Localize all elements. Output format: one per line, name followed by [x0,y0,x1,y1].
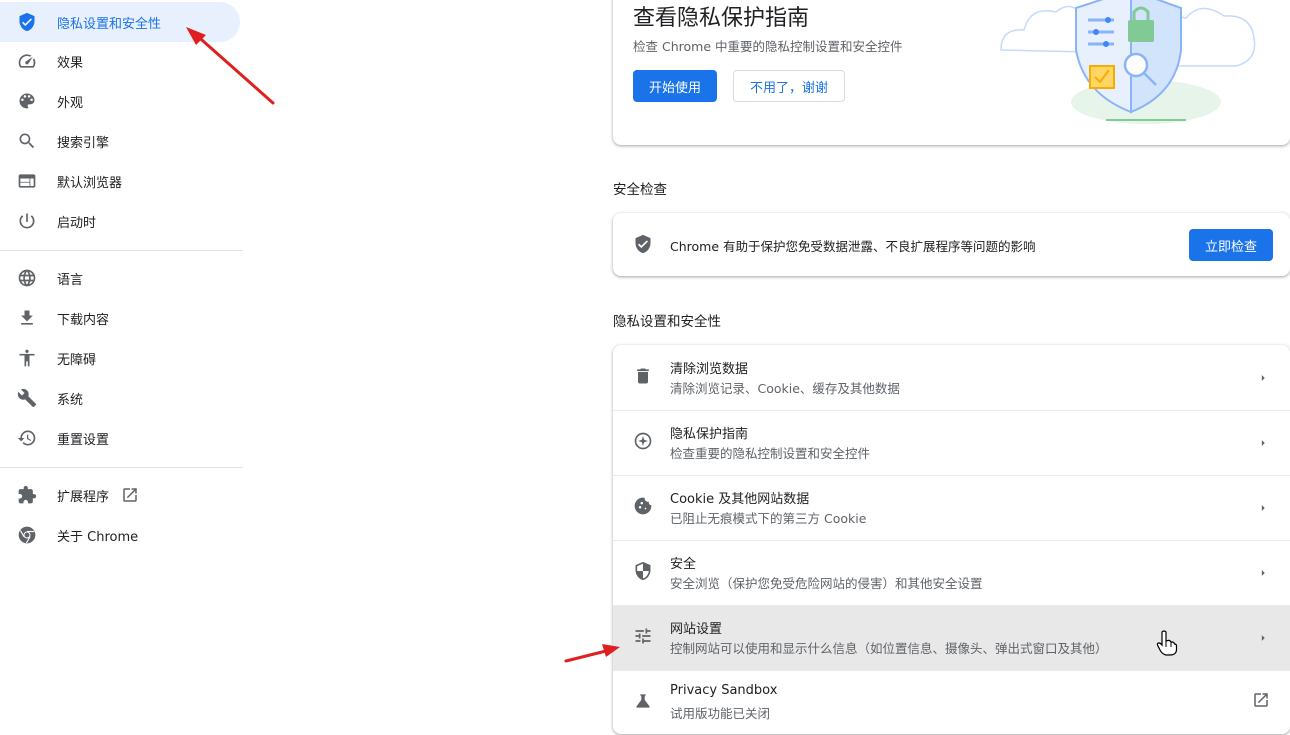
sidebar-item-label: 重置设置 [57,432,110,448]
flask-icon [633,691,653,711]
safety-check-heading: 安全检查 [613,182,667,198]
open-in-new-icon [121,486,139,504]
sidebar-item-appearance[interactable]: 外观 [0,81,240,121]
shield-icon [16,11,38,33]
safety-check-card: Chrome 有助于保护您免受数据泄露、不良扩展程序等问题的影响 立即检查 [613,213,1290,276]
privacy-sandbox-row[interactable]: Privacy Sandbox 试用版功能已关闭 [613,670,1290,735]
sidebar-item-label: 下载内容 [57,312,110,328]
row-subtitle: 控制网站可以使用和显示什么信息（如位置信息、摄像头、弹出式窗口及其他） [670,641,1108,656]
row-divider [613,670,1290,671]
safety-check-description: Chrome 有助于保护您免受数据泄露、不良扩展程序等问题的影响 [670,239,1036,254]
row-title: Cookie 及其他网站数据 [670,492,810,507]
start-privacy-guide-button[interactable]: 开始使用 [633,70,717,102]
sidebar-item-about-chrome[interactable]: 关于 Chrome [0,515,240,555]
sidebar-item-extensions[interactable]: 扩展程序 [0,475,240,515]
speedometer-icon [16,50,38,72]
row-subtitle: 试用版功能已关闭 [670,706,771,721]
row-subtitle: 已阻止无痕模式下的第三方 Cookie [670,511,867,526]
security-row[interactable]: 安全 安全浏览（保护您免受危险网站的侵害）和其他安全设置 [613,540,1290,605]
sidebar-item-privacy-security[interactable]: 隐私设置和安全性 [0,2,240,42]
check-now-button[interactable]: 立即检查 [1189,229,1273,261]
site-settings-row[interactable]: 网站设置 控制网站可以使用和显示什么信息（如位置信息、摄像头、弹出式窗口及其他） [613,605,1290,670]
globe-icon [16,267,38,289]
sidebar-divider [0,250,243,251]
wrench-icon [16,387,38,409]
palette-icon [16,90,38,112]
promo-title: 查看隐私保护指南 [633,6,810,31]
cookie-icon [633,496,653,516]
row-subtitle: 清除浏览记录、Cookie、缓存及其他数据 [670,381,900,396]
open-in-new-icon [1252,691,1272,711]
row-title: 清除浏览数据 [670,362,749,377]
sidebar-item-label: 启动时 [57,215,97,231]
search-icon [16,130,38,152]
compass-icon [633,431,653,451]
sidebar-item-label: 外观 [57,95,84,111]
accessibility-icon [16,347,38,369]
row-divider [613,410,1290,411]
arrow-right-icon [1256,565,1270,579]
arrow-right-icon [1256,370,1270,384]
sidebar-item-reset-settings[interactable]: 重置设置 [0,418,240,458]
sidebar-item-label: 关于 Chrome [57,529,139,545]
sidebar-item-languages[interactable]: 语言 [0,258,240,298]
row-divider [613,605,1290,606]
sidebar-item-downloads[interactable]: 下载内容 [0,298,240,338]
arrow-right-icon [1256,435,1270,449]
sidebar-item-label: 隐私设置和安全性 [57,16,162,32]
chrome-icon [16,524,38,546]
row-title: 网站设置 [670,622,723,637]
history-icon [16,427,38,449]
row-title: 隐私保护指南 [670,427,749,442]
puzzle-icon [16,484,38,506]
cookies-site-data-row[interactable]: Cookie 及其他网站数据 已阻止无痕模式下的第三方 Cookie [613,475,1290,540]
sidebar-item-label: 效果 [57,55,84,71]
privacy-guide-row[interactable]: 隐私保护指南 检查重要的隐私控制设置和安全控件 [613,410,1290,475]
sidebar-item-performance[interactable]: 效果 [0,41,240,81]
row-subtitle: 安全浏览（保护您免受危险网站的侵害）和其他安全设置 [670,576,983,591]
row-title: Privacy Sandbox [670,683,778,698]
sidebar-item-label: 语言 [57,272,84,288]
sidebar-item-on-startup[interactable]: 启动时 [0,201,240,241]
sidebar-divider [0,467,243,468]
sidebar-item-default-browser[interactable]: 默认浏览器 [0,161,240,201]
clear-browsing-data-row[interactable]: 清除浏览数据 清除浏览记录、Cookie、缓存及其他数据 [613,345,1290,410]
browser-window-icon [16,170,38,192]
trash-icon [633,366,653,386]
sidebar-item-system[interactable]: 系统 [0,378,240,418]
privacy-guide-promo-card: 查看隐私保护指南 检查 Chrome 中重要的隐私控制设置和安全控件 开始使用 … [613,0,1290,145]
privacy-guide-illustration [1000,0,1256,124]
sidebar-item-accessibility[interactable]: 无障碍 [0,338,240,378]
privacy-security-card: 清除浏览数据 清除浏览记录、Cookie、缓存及其他数据 隐私保护指南 检查重要… [613,345,1290,734]
power-icon [16,210,38,232]
shield-check-icon [633,234,653,254]
privacy-security-heading: 隐私设置和安全性 [613,314,721,330]
sidebar-item-label: 无障碍 [57,352,97,368]
arrow-right-icon [1256,500,1270,514]
settings-sidebar: 隐私设置和安全性 效果 外观 搜索引擎 默认浏览器 启动时 语言 下载内容 无障… [0,0,243,735]
promo-description: 检查 Chrome 中重要的隐私控制设置和安全控件 [633,39,903,54]
sidebar-item-label: 默认浏览器 [57,175,123,191]
dismiss-privacy-guide-button[interactable]: 不用了，谢谢 [733,70,845,102]
shield-icon [633,561,653,581]
tune-icon [633,626,653,646]
sidebar-item-label: 系统 [57,392,84,408]
row-subtitle: 检查重要的隐私控制设置和安全控件 [670,446,871,461]
sidebar-item-search-engine[interactable]: 搜索引擎 [0,121,240,161]
row-title: 安全 [670,557,697,572]
download-icon [16,307,38,329]
sidebar-item-label: 扩展程序 [57,489,110,505]
row-divider [613,540,1290,541]
settings-page: 隐私设置和安全性 效果 外观 搜索引擎 默认浏览器 启动时 语言 下载内容 无障… [0,0,1290,735]
arrow-right-icon [1256,630,1270,644]
sidebar-item-label: 搜索引擎 [57,135,110,151]
row-divider [613,475,1290,476]
